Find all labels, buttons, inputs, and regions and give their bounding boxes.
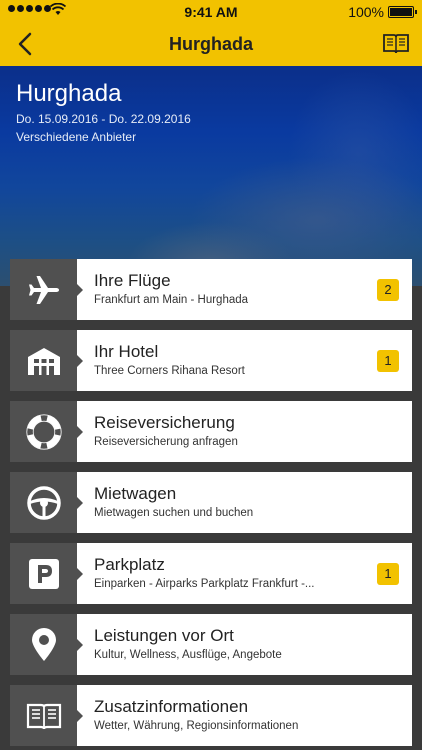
- menu-item-content: Reiseversicherung Reiseversicherung anfr…: [77, 401, 412, 462]
- menu-item-subtitle: Einparken - Airparks Parkplatz Frankfurt…: [94, 578, 315, 590]
- menu-item-content: Mietwagen Mietwagen suchen und buchen: [77, 472, 412, 533]
- menu-item-title: Ihre Flüge: [94, 271, 171, 290]
- menu-item-rental-car[interactable]: Mietwagen Mietwagen suchen und buchen: [10, 472, 412, 533]
- battery-percentage: 100%: [348, 4, 384, 20]
- menu-item-subtitle: Wetter, Währung, Regionsinformationen: [94, 720, 299, 732]
- battery-icon: [388, 6, 417, 18]
- icon-box: [10, 401, 77, 462]
- hotel-icon: [28, 348, 60, 375]
- menu-item-insurance[interactable]: Reiseversicherung Reiseversicherung anfr…: [10, 401, 412, 462]
- lifebuoy-icon: [26, 414, 62, 450]
- airplane-icon: [29, 276, 59, 304]
- travel-dates: Do. 15.09.2016 - Do. 22.09.2016: [16, 112, 191, 126]
- icon-box: [10, 472, 77, 533]
- menu-item-flights[interactable]: Ihre Flüge Frankfurt am Main - Hurghada …: [10, 259, 412, 320]
- icon-box: [10, 543, 77, 604]
- menu-item-content: Ihre Flüge Frankfurt am Main - Hurghada …: [77, 259, 412, 320]
- destination-title: Hurghada: [16, 80, 122, 107]
- book-icon: [26, 703, 62, 730]
- nav-title: Hurghada: [168, 34, 253, 54]
- menu-item-title: Reiseversicherung: [94, 413, 235, 432]
- count-badge: 1: [377, 563, 399, 585]
- menu-item-subtitle: Mietwagen suchen und buchen: [94, 507, 254, 519]
- menu-item-subtitle: Reiseversicherung anfragen: [94, 436, 238, 448]
- menu-item-title: Ihr Hotel: [94, 342, 159, 361]
- navigation-bar: Hurghada: [0, 22, 422, 66]
- menu-item-hotel[interactable]: Ihr Hotel Three Corners Rihana Resort 1: [10, 330, 412, 391]
- menu-item-subtitle: Kultur, Wellness, Ausflüge, Angebote: [94, 649, 282, 661]
- menu-item-subtitle: Three Corners Rihana Resort: [94, 365, 245, 377]
- menu-item-subtitle: Frankfurt am Main - Hurghada: [94, 294, 249, 306]
- icon-box: [10, 330, 77, 391]
- menu-item-local-services[interactable]: Leistungen vor Ort Kultur, Wellness, Aus…: [10, 614, 412, 675]
- menu-item-content: Parkplatz Einparken - Airparks Parkplatz…: [77, 543, 412, 604]
- menu-item-content: Leistungen vor Ort Kultur, Wellness, Aus…: [77, 614, 412, 675]
- menu-item-title: Leistungen vor Ort: [94, 626, 234, 645]
- menu-item-content: Ihr Hotel Three Corners Rihana Resort 1: [77, 330, 412, 391]
- menu-item-title: Mietwagen: [94, 484, 177, 503]
- status-bar: 9:41 AM 100%: [0, 0, 422, 22]
- header: 9:41 AM 100% Hurghada: [0, 0, 422, 66]
- icon-box: [10, 259, 77, 320]
- provider-text: Verschiedene Anbieter: [16, 130, 137, 144]
- parking-icon: [29, 559, 59, 589]
- count-badge: 1: [377, 350, 399, 372]
- menu-item-additional-info[interactable]: Zusatzinformationen Wetter, Währung, Reg…: [10, 685, 412, 746]
- steering-wheel-icon: [27, 486, 61, 520]
- hero-image: Hurghada Do. 15.09.2016 - Do. 22.09.2016…: [0, 66, 422, 286]
- count-badge: 2: [377, 279, 399, 301]
- menu-item-content: Zusatzinformationen Wetter, Währung, Reg…: [77, 685, 412, 746]
- book-icon[interactable]: [382, 31, 410, 55]
- location-pin-icon: [32, 628, 56, 661]
- menu-item-title: Zusatzinformationen: [94, 697, 249, 716]
- menu-item-parking[interactable]: Parkplatz Einparken - Airparks Parkplatz…: [10, 543, 412, 604]
- icon-box: [10, 614, 77, 675]
- icon-box: [10, 685, 77, 746]
- menu-item-title: Parkplatz: [94, 555, 165, 574]
